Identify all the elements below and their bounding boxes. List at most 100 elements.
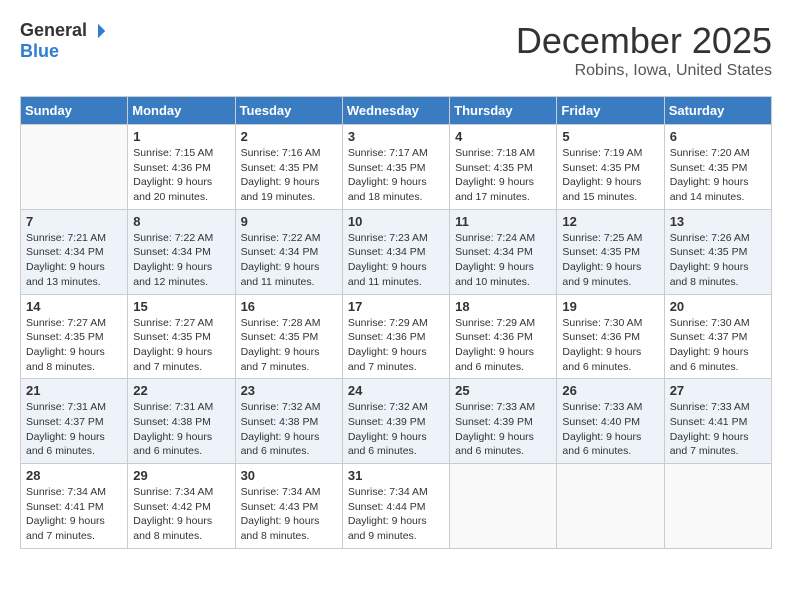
logo: General Blue	[20, 20, 107, 62]
calendar-cell: 6Sunrise: 7:20 AM Sunset: 4:35 PM Daylig…	[664, 125, 771, 210]
calendar-header-wednesday: Wednesday	[342, 97, 449, 125]
day-info: Sunrise: 7:34 AM Sunset: 4:44 PM Dayligh…	[348, 485, 444, 544]
day-number: 23	[241, 383, 337, 398]
day-number: 30	[241, 468, 337, 483]
day-info: Sunrise: 7:30 AM Sunset: 4:36 PM Dayligh…	[562, 316, 658, 375]
calendar-cell: 14 Sunrise: 7:27 AM Sunset: 4:35 PM Dayli…	[21, 294, 128, 379]
day-info: Sunrise: 7:33 AM Sunset: 4:40 PM Dayligh…	[562, 400, 658, 459]
calendar-cell: 2Sunrise: 7:16 AM Sunset: 4:35 PM Daylig…	[235, 125, 342, 210]
day-number: 12	[562, 214, 658, 229]
day-number: 7	[26, 214, 122, 229]
day-info: Sunrise: 7:22 AM Sunset: 4:34 PM Dayligh…	[133, 231, 229, 290]
day-number: 22	[133, 383, 229, 398]
day-number: 11	[455, 214, 551, 229]
day-number: 4	[455, 129, 551, 144]
day-info: Sunrise: 7:30 AM Sunset: 4:37 PM Dayligh…	[670, 316, 766, 375]
calendar-cell: 8 Sunrise: 7:22 AM Sunset: 4:34 PM Daylig…	[128, 209, 235, 294]
calendar-cell: 19 Sunrise: 7:30 AM Sunset: 4:36 PM Dayli…	[557, 294, 664, 379]
day-info: Sunrise: 7:32 AM Sunset: 4:38 PM Dayligh…	[241, 400, 337, 459]
page-header: General Blue December 2025 Robins, Iowa,…	[20, 20, 772, 80]
logo-icon	[89, 22, 107, 40]
day-info: Sunrise: 7:26 AM Sunset: 4:35 PM Dayligh…	[670, 231, 766, 290]
calendar-cell	[557, 464, 664, 549]
day-number: 27	[670, 383, 766, 398]
subtitle: Robins, Iowa, United States	[516, 62, 772, 80]
calendar-cell	[21, 125, 128, 210]
day-info: Sunrise: 7:27 AM Sunset: 4:35 PM Dayligh…	[26, 316, 122, 375]
title-block: December 2025 Robins, Iowa, United State…	[516, 20, 772, 80]
calendar-cell: 23 Sunrise: 7:32 AM Sunset: 4:38 PM Dayli…	[235, 379, 342, 464]
day-info: Sunrise: 7:23 AM Sunset: 4:34 PM Dayligh…	[348, 231, 444, 290]
day-number: 8	[133, 214, 229, 229]
calendar-cell	[664, 464, 771, 549]
day-number: 5	[562, 129, 658, 144]
calendar-header-row: SundayMondayTuesdayWednesdayThursdayFrid…	[21, 97, 772, 125]
calendar-header-saturday: Saturday	[664, 97, 771, 125]
day-number: 20	[670, 299, 766, 314]
calendar-cell: 12Sunrise: 7:25 AM Sunset: 4:35 PM Dayli…	[557, 209, 664, 294]
calendar-cell: 18 Sunrise: 7:29 AM Sunset: 4:36 PM Dayli…	[450, 294, 557, 379]
day-info: Sunrise: 7:29 AM Sunset: 4:36 PM Dayligh…	[348, 316, 444, 375]
calendar-cell	[450, 464, 557, 549]
calendar-cell: 31 Sunrise: 7:34 AM Sunset: 4:44 PM Dayli…	[342, 464, 449, 549]
calendar-cell: 30 Sunrise: 7:34 AM Sunset: 4:43 PM Dayli…	[235, 464, 342, 549]
day-number: 9	[241, 214, 337, 229]
day-info: Sunrise: 7:29 AM Sunset: 4:36 PM Dayligh…	[455, 316, 551, 375]
calendar-cell: 20 Sunrise: 7:30 AM Sunset: 4:37 PM Dayli…	[664, 294, 771, 379]
day-info: Sunrise: 7:27 AM Sunset: 4:35 PM Dayligh…	[133, 316, 229, 375]
calendar-cell: 29Sunrise: 7:34 AM Sunset: 4:42 PM Dayli…	[128, 464, 235, 549]
calendar-cell: 16Sunrise: 7:28 AM Sunset: 4:35 PM Dayli…	[235, 294, 342, 379]
day-number: 31	[348, 468, 444, 483]
calendar-week-row: 14 Sunrise: 7:27 AM Sunset: 4:35 PM Dayli…	[21, 294, 772, 379]
calendar-week-row: 1 Sunrise: 7:15 AM Sunset: 4:36 PM Daylig…	[21, 125, 772, 210]
calendar-cell: 25Sunrise: 7:33 AM Sunset: 4:39 PM Dayli…	[450, 379, 557, 464]
day-number: 13	[670, 214, 766, 229]
day-number: 16	[241, 299, 337, 314]
day-number: 15	[133, 299, 229, 314]
calendar-cell: 1 Sunrise: 7:15 AM Sunset: 4:36 PM Daylig…	[128, 125, 235, 210]
day-info: Sunrise: 7:34 AM Sunset: 4:43 PM Dayligh…	[241, 485, 337, 544]
calendar-header-thursday: Thursday	[450, 97, 557, 125]
day-info: Sunrise: 7:33 AM Sunset: 4:41 PM Dayligh…	[670, 400, 766, 459]
day-info: Sunrise: 7:21 AM Sunset: 4:34 PM Dayligh…	[26, 231, 122, 290]
day-info: Sunrise: 7:34 AM Sunset: 4:42 PM Dayligh…	[133, 485, 229, 544]
day-info: Sunrise: 7:17 AM Sunset: 4:35 PM Dayligh…	[348, 146, 444, 205]
day-info: Sunrise: 7:24 AM Sunset: 4:34 PM Dayligh…	[455, 231, 551, 290]
day-number: 1	[133, 129, 229, 144]
calendar-header-monday: Monday	[128, 97, 235, 125]
day-number: 14	[26, 299, 122, 314]
calendar-cell: 3Sunrise: 7:17 AM Sunset: 4:35 PM Daylig…	[342, 125, 449, 210]
day-number: 18	[455, 299, 551, 314]
calendar-header-sunday: Sunday	[21, 97, 128, 125]
day-number: 2	[241, 129, 337, 144]
day-info: Sunrise: 7:31 AM Sunset: 4:37 PM Dayligh…	[26, 400, 122, 459]
calendar-cell: 26 Sunrise: 7:33 AM Sunset: 4:40 PM Dayli…	[557, 379, 664, 464]
day-number: 10	[348, 214, 444, 229]
day-number: 19	[562, 299, 658, 314]
day-info: Sunrise: 7:19 AM Sunset: 4:35 PM Dayligh…	[562, 146, 658, 205]
calendar-cell: 15 Sunrise: 7:27 AM Sunset: 4:35 PM Dayli…	[128, 294, 235, 379]
day-info: Sunrise: 7:18 AM Sunset: 4:35 PM Dayligh…	[455, 146, 551, 205]
logo-general-text: General	[20, 20, 87, 41]
calendar-header-tuesday: Tuesday	[235, 97, 342, 125]
day-number: 26	[562, 383, 658, 398]
calendar-cell: 21 Sunrise: 7:31 AM Sunset: 4:37 PM Dayli…	[21, 379, 128, 464]
day-number: 24	[348, 383, 444, 398]
day-info: Sunrise: 7:20 AM Sunset: 4:35 PM Dayligh…	[670, 146, 766, 205]
calendar-cell: 7 Sunrise: 7:21 AM Sunset: 4:34 PM Daylig…	[21, 209, 128, 294]
day-info: Sunrise: 7:31 AM Sunset: 4:38 PM Dayligh…	[133, 400, 229, 459]
calendar-header-friday: Friday	[557, 97, 664, 125]
day-info: Sunrise: 7:15 AM Sunset: 4:36 PM Dayligh…	[133, 146, 229, 205]
calendar-cell: 24 Sunrise: 7:32 AM Sunset: 4:39 PM Dayli…	[342, 379, 449, 464]
day-number: 21	[26, 383, 122, 398]
calendar-cell: 11 Sunrise: 7:24 AM Sunset: 4:34 PM Dayli…	[450, 209, 557, 294]
calendar-cell: 17 Sunrise: 7:29 AM Sunset: 4:36 PM Dayli…	[342, 294, 449, 379]
day-number: 25	[455, 383, 551, 398]
calendar-cell: 4 Sunrise: 7:18 AM Sunset: 4:35 PM Daylig…	[450, 125, 557, 210]
day-number: 28	[26, 468, 122, 483]
calendar-cell: 10 Sunrise: 7:23 AM Sunset: 4:34 PM Dayli…	[342, 209, 449, 294]
day-number: 17	[348, 299, 444, 314]
calendar-week-row: 7 Sunrise: 7:21 AM Sunset: 4:34 PM Daylig…	[21, 209, 772, 294]
calendar-cell: 9Sunrise: 7:22 AM Sunset: 4:34 PM Daylig…	[235, 209, 342, 294]
day-info: Sunrise: 7:32 AM Sunset: 4:39 PM Dayligh…	[348, 400, 444, 459]
